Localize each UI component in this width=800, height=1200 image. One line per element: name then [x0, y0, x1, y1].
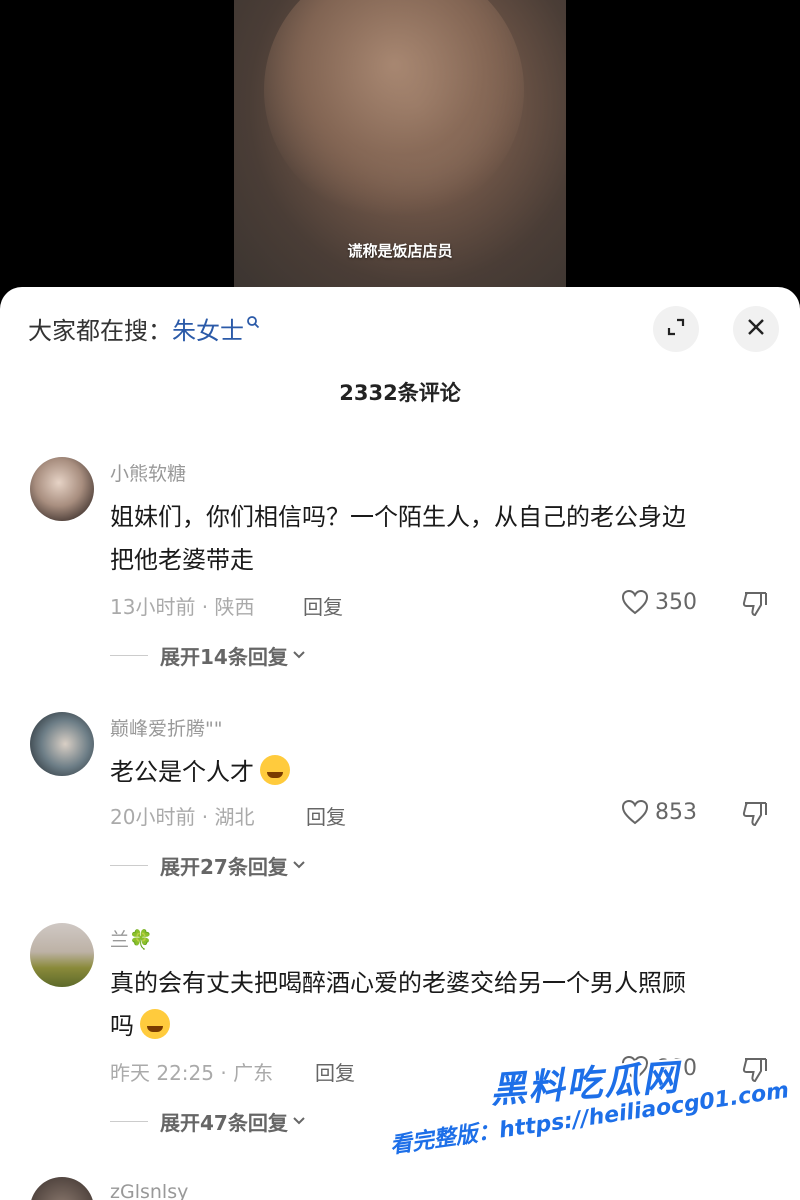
video-frame: 谎称是饭店店员 — [234, 0, 566, 300]
comment-meta: 20小时前 · 湖北 — [110, 805, 255, 829]
divider — [110, 655, 148, 656]
expand-replies[interactable]: 展开27条回复 — [110, 851, 306, 880]
like-button[interactable]: 350 — [621, 589, 697, 615]
like-count: 350 — [655, 589, 697, 615]
expand-replies-label: 展开14条回复 — [160, 645, 288, 669]
avatar[interactable] — [30, 923, 94, 987]
comment-username[interactable]: 兰🍀 — [110, 925, 153, 952]
comment-username[interactable]: 巅峰爱折腾"" — [110, 714, 222, 741]
comment-meta: 13小时前 · 陕西 — [110, 595, 255, 619]
reply-button[interactable]: 回复 — [315, 1057, 355, 1086]
avatar[interactable] — [30, 712, 94, 776]
expand-replies[interactable]: 展开47条回复 — [110, 1107, 306, 1136]
dislike-button[interactable] — [741, 799, 769, 831]
trending-search[interactable]: 大家都在搜： 朱女士 — [28, 311, 260, 346]
heart-icon — [621, 799, 649, 825]
expand-button[interactable] — [653, 306, 699, 352]
video-player[interactable]: 谎称是饭店店员 — [0, 0, 800, 300]
comment-meta: 昨天 22:25 · 广东 — [110, 1061, 274, 1085]
comment-text-line: 把他老婆带走 — [110, 546, 254, 574]
thumbs-down-icon — [742, 592, 767, 617]
avatar[interactable] — [30, 457, 94, 521]
divider — [110, 865, 148, 866]
comment-text-line: 真的会有丈夫把喝醉酒心爱的老婆交给另一个男人照顾 — [110, 969, 686, 997]
avatar[interactable] — [30, 1177, 94, 1200]
search-icon — [246, 314, 260, 333]
sweat-smile-emoji — [140, 1009, 170, 1039]
comment-text: 老公是个人才 — [110, 751, 770, 794]
reply-button[interactable]: 回复 — [303, 591, 343, 620]
comments-sheet: 大家都在搜： 朱女士 2332条评论 小熊软糖 姐妹们，你们相信吗？一个陌生人，… — [0, 287, 800, 1200]
like-button[interactable]: 853 — [621, 799, 697, 825]
video-caption: 谎称是饭店店员 — [347, 242, 453, 260]
expand-replies-label: 展开47条回复 — [160, 1111, 288, 1135]
reply-button[interactable]: 回复 — [306, 801, 346, 830]
dislike-button[interactable] — [741, 589, 769, 621]
comment-text-line: 老公是个人才 — [110, 758, 254, 786]
comment-text: 真的会有丈夫把喝醉酒心爱的老婆交给另一个男人照顾 吗 — [110, 962, 770, 1048]
comment-username[interactable]: zGlsnlsy — [110, 1181, 188, 1200]
crying-laughing-emoji — [260, 755, 290, 785]
thumbs-down-icon — [742, 802, 767, 827]
chevron-down-icon — [292, 858, 306, 874]
expand-icon — [666, 317, 686, 341]
search-term-link[interactable]: 朱女士 — [172, 311, 244, 346]
chevron-down-icon — [292, 1114, 306, 1130]
like-count: 853 — [655, 799, 697, 825]
divider — [110, 1121, 148, 1122]
comment-text: 姐妹们，你们相信吗？一个陌生人，从自己的老公身边 把他老婆带走 — [110, 496, 770, 582]
video-content — [264, 0, 524, 220]
comment-text-line: 姐妹们，你们相信吗？一个陌生人，从自己的老公身边 — [110, 503, 686, 531]
expand-replies[interactable]: 展开14条回复 — [110, 641, 306, 670]
comment-text-line: 吗 — [110, 1012, 134, 1040]
heart-icon — [621, 589, 649, 615]
comment-username[interactable]: 小熊软糖 — [110, 459, 186, 486]
search-prefix: 大家都在搜： — [28, 317, 172, 345]
close-button[interactable] — [733, 306, 779, 352]
chevron-down-icon — [292, 648, 306, 664]
comment-count: 2332条评论 — [339, 381, 461, 405]
expand-replies-label: 展开27条回复 — [160, 855, 288, 879]
close-icon — [746, 317, 766, 341]
